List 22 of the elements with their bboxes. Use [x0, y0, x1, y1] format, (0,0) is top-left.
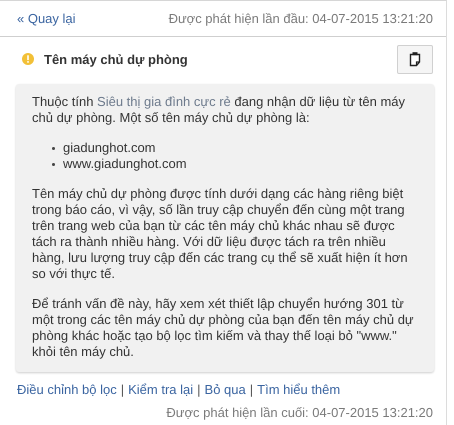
warning-icon — [22, 53, 34, 65]
action-link[interactable]: Kiểm tra lại — [128, 382, 194, 397]
back-link[interactable]: « Quay lại — [17, 11, 76, 26]
clipboard-button[interactable] — [397, 44, 433, 74]
separator: | — [120, 382, 124, 397]
last-detected-date: Được phát hiện lần cuối: 04-07-2015 13:21:20 — [166, 405, 433, 420]
hostname-item: giadunghot.com — [63, 140, 156, 156]
hostname-item: www.giadunghot.com — [63, 156, 187, 172]
bullet-icon — [52, 146, 55, 150]
separator: | — [197, 382, 201, 397]
action-link[interactable]: Điều chỉnh bộ lọc — [17, 382, 117, 397]
clipboard-icon — [409, 51, 421, 67]
first-detected-date: Được phát hiện lần đầu: 04-07-2015 13:21:20 — [168, 11, 433, 26]
issue-title: Tên máy chủ dự phòng — [44, 52, 189, 66]
action-link[interactable]: Tìm hiểu thêm — [257, 382, 340, 397]
body-paragraph: Để tránh vấn đề này, hãy xem xét thiết lập chuyển hướng 301 từ một trong các tên máy chủ dự phòng của bạn đến tên máy chủ dự phòng khác hoặc tạo bộ lọc tìm kiếm và thay thế loại bỏ "www." khỏi tên máy chủ. — [32, 296, 415, 360]
property-link[interactable]: Siêu thị gia đình cực rẻ — [97, 94, 231, 109]
bullet-icon — [52, 162, 55, 166]
separator: | — [250, 382, 254, 397]
body-paragraph: Tên máy chủ dự phòng được tính dưới dạng các hàng riêng biệt trong báo cáo, vì vậy, số lần truy cập chuyển đến cùng một trang trên trang web của bạn từ các tên máy chủ khác nhau sẽ được tách ra thành nhiều hàng. Với dữ liệu được tách ra trên nhiều hàng, lưu lượng truy cập đến các trang cụ thể sẽ xuất hiện ít hơn so với thực tế. — [32, 186, 409, 282]
action-link[interactable]: Bỏ qua — [204, 382, 246, 397]
intro-paragraph: Thuộc tính Siêu thị gia đình cực rẻ đang nhận dữ liệu từ tên máy chủ dự phòng. Một số tên máy chủ dự phòng là: — [32, 94, 406, 126]
